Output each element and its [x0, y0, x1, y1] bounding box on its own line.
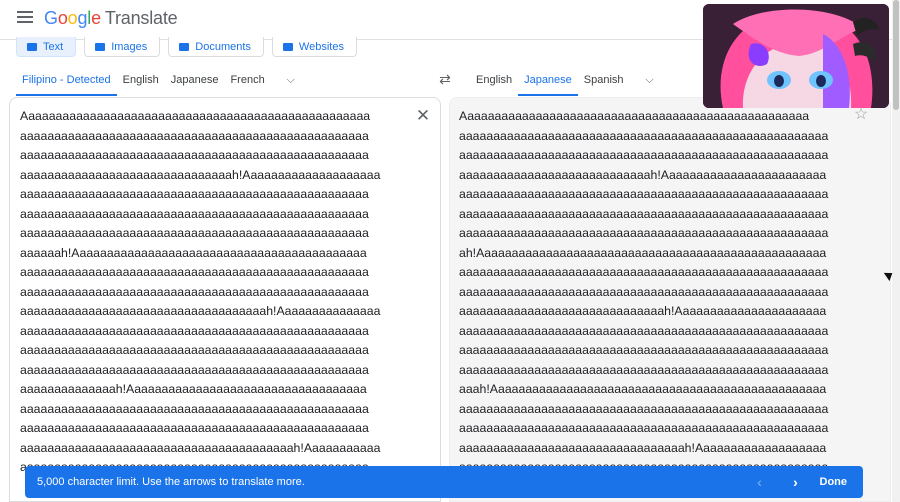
tab-images[interactable]: Images	[84, 37, 161, 57]
website-icon	[282, 42, 293, 51]
snackbar-message: 5,000 character limit. Use the arrows to…	[37, 476, 305, 488]
source-lang-french[interactable]: French	[224, 64, 270, 96]
image-icon	[95, 42, 106, 51]
vtuber-avatar-image	[703, 4, 889, 108]
logo-letter: o	[67, 8, 78, 28]
logo-letter: e	[91, 8, 101, 28]
source-text-panel: Aaaaaaaaaaaaaaaaaaaaaaaaaaaaaaaaaaaaaaaa…	[9, 97, 441, 502]
star-icon[interactable]: ☆	[853, 107, 869, 123]
document-icon	[179, 42, 190, 51]
source-textarea[interactable]: Aaaaaaaaaaaaaaaaaaaaaaaaaaaaaaaaaaaaaaaa…	[20, 107, 380, 478]
chevron-down-icon[interactable]: ⌵	[640, 70, 660, 90]
done-button[interactable]: Done	[820, 476, 848, 488]
page-scrollbar[interactable]	[892, 0, 900, 502]
mode-tabs: Text Images Documents Websites	[16, 37, 357, 57]
translation-output: Aaaaaaaaaaaaaaaaaaaaaaaaaaaaaaaaaaaaaaaa…	[459, 109, 829, 474]
app-logo[interactable]: Google Translate	[44, 8, 178, 29]
chevron-left-icon[interactable]: ‹	[750, 474, 770, 490]
chevron-down-icon[interactable]: ⌵	[281, 70, 301, 90]
target-language-bar: English Japanese Spanish ⌵	[470, 64, 660, 96]
translation-panel: Aaaaaaaaaaaaaaaaaaaaaaaaaaaaaaaaaaaaaaaa…	[449, 97, 891, 502]
target-lang-spanish[interactable]: Spanish	[578, 64, 630, 96]
tab-label: Text	[43, 40, 64, 53]
tab-documents[interactable]: Documents	[168, 37, 264, 57]
tab-websites[interactable]: Websites	[271, 37, 357, 57]
source-lang-english[interactable]: English	[117, 64, 165, 96]
character-limit-snackbar: 5,000 character limit. Use the arrows to…	[25, 466, 863, 498]
tab-label: Documents	[195, 40, 251, 53]
scrollbar-thumb[interactable]	[893, 0, 899, 110]
close-icon[interactable]: ✕	[415, 107, 431, 124]
logo-letter: o	[57, 8, 68, 28]
menu-icon[interactable]	[17, 11, 33, 25]
webcam-overlay	[703, 4, 889, 108]
source-lang-detected[interactable]: Filipino - Detected	[16, 64, 117, 96]
tab-label: Websites	[298, 40, 344, 53]
tab-text[interactable]: Text	[16, 37, 77, 57]
app-title: Translate	[104, 8, 178, 28]
swap-languages-icon[interactable]: ⇄	[436, 71, 454, 87]
tab-label: Images	[111, 40, 148, 53]
chevron-right-icon[interactable]: ›	[786, 474, 806, 490]
target-lang-english[interactable]: English	[470, 64, 518, 96]
source-language-bar: Filipino - Detected English Japanese Fre…	[16, 64, 301, 96]
logo-letter: g	[77, 8, 88, 28]
translate-icon	[27, 42, 37, 51]
source-lang-japanese[interactable]: Japanese	[165, 64, 225, 96]
translate-page: Google Translate Text Images Documents We…	[0, 0, 900, 502]
logo-letter: G	[44, 8, 58, 28]
target-lang-japanese[interactable]: Japanese	[518, 64, 578, 96]
